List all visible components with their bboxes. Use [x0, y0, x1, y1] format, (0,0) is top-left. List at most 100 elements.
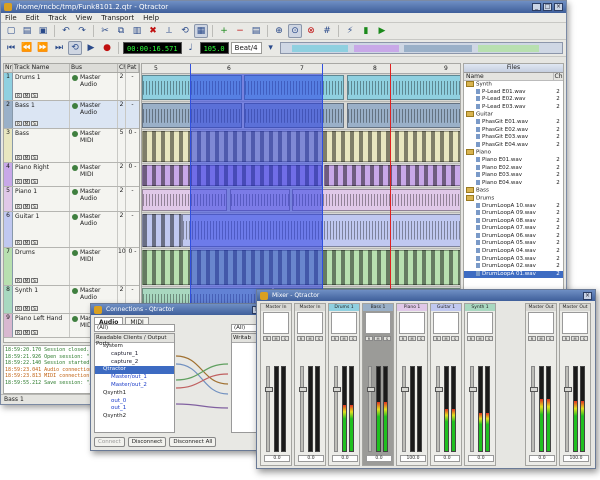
file-group[interactable]: Piano	[464, 149, 563, 157]
strip-plugin-list[interactable]	[365, 312, 391, 334]
time-display[interactable]: 00:00:16.571	[123, 42, 182, 54]
file-item[interactable]: Piano E01.wav 2	[464, 157, 563, 165]
track-r-button[interactable]: R	[15, 204, 22, 209]
fader-knob[interactable]	[299, 387, 307, 392]
track-name[interactable]: Synth 1 RMS	[13, 286, 70, 313]
port-item[interactable]: out_1	[95, 405, 174, 413]
cut-icon[interactable]: ✂	[98, 24, 112, 38]
strip-r-button[interactable]: R	[365, 336, 373, 341]
zoom-in-icon[interactable]: ⊕	[272, 24, 286, 38]
menu-view[interactable]: View	[76, 14, 93, 22]
track-m-button[interactable]: M	[23, 121, 30, 126]
fader-knob[interactable]	[564, 387, 572, 392]
gain-value[interactable]: 0.0	[264, 455, 290, 462]
strip-plugin-list[interactable]	[467, 312, 493, 334]
port-item[interactable]: Master/out_1	[95, 374, 174, 382]
zoom-reset-icon[interactable]: ⊗	[304, 24, 318, 38]
audio-clip[interactable]	[292, 189, 460, 211]
file-item[interactable]: DrumLoopA 03.wav 2	[464, 256, 563, 264]
track-name[interactable]: Piano 1 RMS	[13, 187, 70, 211]
port-item[interactable]: capture_2	[95, 359, 174, 367]
delete-icon[interactable]: ✖	[146, 24, 160, 38]
file-item[interactable]: P-Lead E01.wav 2	[464, 89, 563, 97]
track-s-button[interactable]: S	[31, 121, 38, 126]
fader-knob[interactable]	[435, 387, 443, 392]
col-pat[interactable]: Pat	[126, 64, 139, 72]
track-m-button[interactable]: M	[23, 155, 30, 160]
gain-value[interactable]: 0.0	[468, 455, 494, 462]
file-group[interactable]: Guitar	[464, 111, 563, 119]
client-item[interactable]: Qsynth2	[95, 413, 174, 421]
track-row[interactable]: 5 Piano 1 R M S Master Audio 2-	[4, 187, 139, 212]
fader-knob[interactable]	[265, 387, 273, 392]
track-m-button[interactable]: M	[23, 240, 30, 245]
file-item[interactable]: DrumLoopA 02.wav 2	[464, 263, 563, 271]
menu-help[interactable]: Help	[143, 14, 159, 22]
file-item[interactable]: DrumLoopA 01.wav 2	[464, 270, 563, 279]
zoom-view-icon[interactable]: ⊙	[288, 24, 302, 38]
col-nr[interactable]: Nr	[4, 64, 13, 72]
disconnect-all-button[interactable]: Disconnect All	[169, 437, 217, 447]
forward-icon[interactable]: ⏩	[36, 41, 50, 55]
track-s-button[interactable]: S	[31, 278, 38, 283]
output-client-select[interactable]: (All)	[94, 324, 175, 332]
strip-s-button[interactable]: S	[417, 336, 425, 341]
strip-s-button[interactable]: S	[281, 336, 289, 341]
file-item[interactable]: DrumLoopA 04.wav 2	[464, 248, 563, 256]
file-item[interactable]: Piano E04.wav 2	[464, 180, 563, 188]
file-item[interactable]: PhasGit E04.wav 2	[464, 142, 563, 150]
file-item[interactable]: DrumLoopA 06.wav 2	[464, 233, 563, 241]
audio-clip[interactable]	[230, 189, 290, 211]
audio-clip[interactable]	[244, 75, 344, 100]
strip-s-button[interactable]: S	[315, 336, 323, 341]
file-item[interactable]: PhasGit E01.wav 2	[464, 119, 563, 127]
track-s-button[interactable]: S	[31, 155, 38, 160]
strip-r-button[interactable]: R	[331, 336, 339, 341]
strip-r-button[interactable]: R	[263, 336, 271, 341]
file-item[interactable]: P-Lead E02.wav 2	[464, 96, 563, 104]
undo-icon[interactable]: ↶	[59, 24, 73, 38]
track-name[interactable]: Drums 1 RMS	[13, 73, 70, 100]
track-r-button[interactable]: R	[15, 240, 22, 245]
paste-icon[interactable]: ▥	[130, 24, 144, 38]
dropdown-icon[interactable]: ▾	[264, 41, 278, 55]
strip-plugin-list[interactable]	[528, 312, 554, 334]
track-name[interactable]: Bass R M S	[13, 129, 70, 162]
track-row[interactable]: 2 Bass 1 R M S Master Audio 2-	[4, 101, 139, 129]
gain-fader[interactable]	[401, 366, 409, 452]
file-item[interactable]: DrumLoopA 10.wav 2	[464, 203, 563, 211]
track-r-button[interactable]: R	[15, 121, 22, 126]
strip-m-button[interactable]: M	[476, 336, 484, 341]
grid-icon[interactable]: #	[320, 24, 334, 38]
gain-fader[interactable]	[435, 366, 443, 452]
col-bus[interactable]: Bus	[70, 64, 118, 72]
files-col-ch[interactable]: Ch	[553, 73, 563, 80]
maximize-icon[interactable]: □	[543, 3, 552, 11]
audio-clip[interactable]	[244, 103, 344, 128]
close-icon[interactable]: ×	[583, 291, 592, 300]
track-s-button[interactable]: S	[31, 179, 38, 184]
track-name[interactable]: Drums R M S	[13, 248, 70, 285]
track-r-button[interactable]: R	[15, 330, 22, 335]
strip-s-button[interactable]: S	[383, 336, 391, 341]
save-file-icon[interactable]: ▣	[36, 24, 50, 38]
file-item[interactable]: P-Lead E03.wav 2	[464, 104, 563, 112]
strip-plugin-list[interactable]	[562, 312, 588, 334]
track-r-button[interactable]: R	[15, 155, 22, 160]
file-item[interactable]: DrumLoopA 07.wav 2	[464, 225, 563, 233]
strip-m-button[interactable]: M	[571, 336, 579, 341]
fader-knob[interactable]	[469, 387, 477, 392]
track-m-button[interactable]: M	[23, 306, 30, 311]
file-group[interactable]: Drums	[464, 195, 563, 203]
strip-s-button[interactable]: S	[580, 336, 588, 341]
col-ch[interactable]: Ch	[118, 64, 126, 72]
track-name[interactable]: Piano Left Hand R M S	[13, 314, 70, 337]
play-icon[interactable]: ▶	[84, 41, 98, 55]
fader-knob[interactable]	[530, 387, 538, 392]
track-m-button[interactable]: M	[23, 93, 30, 98]
strip-plugin-list[interactable]	[297, 312, 323, 334]
strip-r-button[interactable]: R	[297, 336, 305, 341]
connect-button[interactable]: Connect	[94, 437, 125, 447]
port-item[interactable]: out_0	[95, 398, 174, 406]
files-icon[interactable]: ▶	[375, 24, 389, 38]
